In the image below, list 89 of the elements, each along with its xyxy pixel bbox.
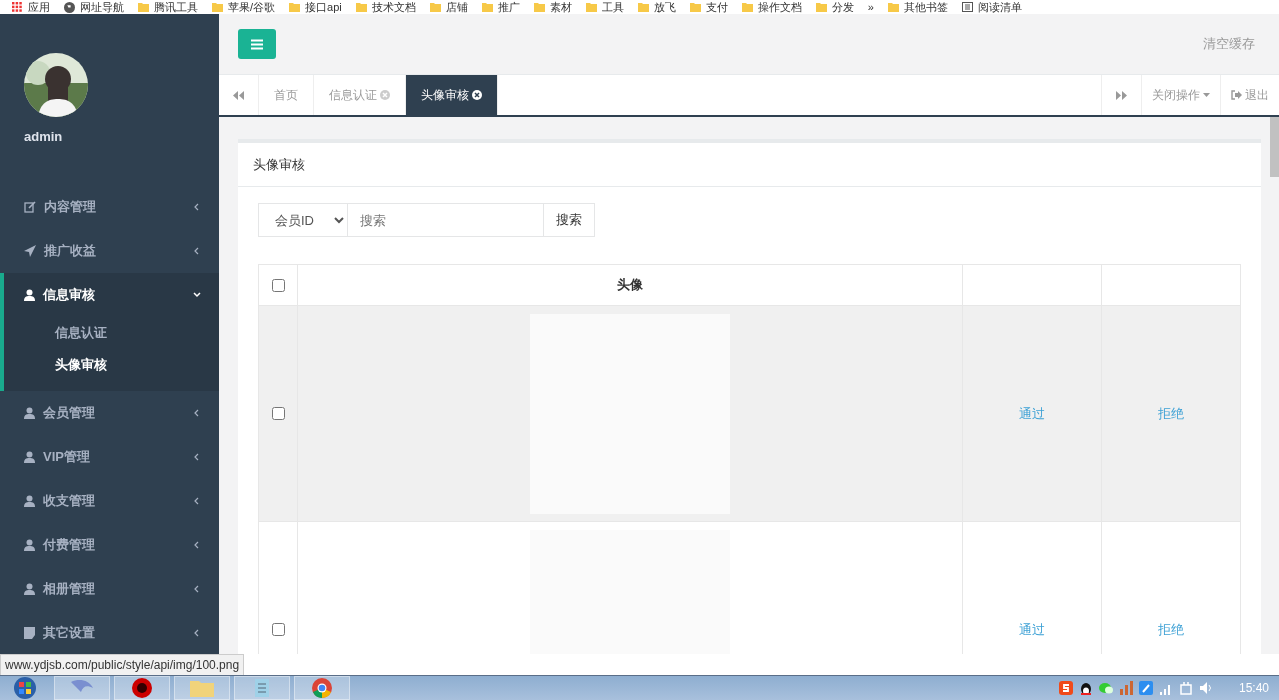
row-checkbox[interactable]: [272, 623, 285, 636]
select-all-checkbox[interactable]: [272, 278, 285, 292]
logout-icon: [1231, 90, 1242, 100]
penguin-icon[interactable]: [1078, 681, 1093, 695]
bookmark[interactable]: 苹果/谷歌: [228, 0, 276, 14]
nav-item[interactable]: 信息审核: [4, 273, 219, 317]
bookmark[interactable]: 素材: [549, 0, 572, 14]
bookmark[interactable]: 操作文档: [757, 0, 802, 14]
search-button[interactable]: 搜索: [544, 203, 595, 237]
user-name: admin: [24, 129, 63, 144]
user-icon: [24, 289, 35, 301]
bookmark[interactable]: 其他书签: [903, 0, 948, 14]
scrollbar-thumb[interactable]: [1270, 117, 1279, 177]
notepad-icon[interactable]: [234, 676, 290, 700]
nav-item[interactable]: 内容管理: [4, 185, 219, 229]
bookmark[interactable]: 腾讯工具: [154, 0, 198, 14]
bookmark[interactable]: 工具: [601, 0, 624, 14]
menu-button[interactable]: [238, 29, 276, 59]
folder-icon: [289, 2, 301, 12]
folder-icon: [815, 2, 827, 12]
chat-icon[interactable]: [1098, 681, 1113, 695]
folder-icon: [689, 2, 701, 12]
nav-item[interactable]: 付费管理: [4, 523, 219, 567]
chevron-icon: [193, 453, 201, 461]
folder-icon: [429, 2, 441, 12]
folder-icon: [355, 2, 367, 12]
chevron-icon: [193, 409, 201, 417]
clock: 15:40: [1238, 681, 1269, 695]
bars-icon[interactable]: [1118, 681, 1133, 695]
user-icon: [24, 495, 35, 507]
bookmark[interactable]: 放飞: [653, 0, 676, 14]
bookmark[interactable]: 店铺: [445, 0, 468, 14]
book-icon: [24, 627, 35, 639]
chevron-icon: [193, 497, 201, 505]
folder-icon: [585, 2, 597, 12]
nav-item[interactable]: 会员管理: [4, 391, 219, 435]
chevron-icon: [193, 629, 201, 637]
chevron-icon: [193, 247, 201, 255]
send-icon: [24, 245, 36, 257]
folder-icon: [887, 2, 899, 12]
nav-item[interactable]: VIP管理: [4, 435, 219, 479]
user-icon: [24, 451, 35, 463]
bookmark[interactable]: 支付: [705, 0, 728, 14]
input-method-icon[interactable]: [1058, 681, 1073, 695]
reading-list-icon: [961, 2, 973, 12]
search-field[interactable]: 搜索: [348, 203, 544, 237]
menu-icon: [251, 38, 263, 50]
double-right-arrow-icon: [1116, 90, 1127, 100]
bookmark[interactable]: 技术文档: [371, 0, 416, 14]
chevron-icon: [193, 203, 201, 211]
user-icon: [24, 539, 35, 551]
chevron-icon: [193, 585, 201, 593]
bookmark[interactable]: »: [867, 1, 874, 13]
apps-icon: [12, 1, 23, 13]
nav-item[interactable]: 推广收益: [4, 229, 219, 273]
chevron-icon: [193, 291, 201, 299]
caret-icon: [1203, 93, 1210, 97]
bookmark[interactable]: 接口api: [305, 0, 342, 14]
edit-icon: [24, 201, 36, 213]
close-icon[interactable]: [472, 90, 482, 100]
bookmark[interactable]: 阅读清单: [977, 0, 1022, 14]
browser-icon[interactable]: [294, 676, 350, 700]
status-url-tooltip: www.ydjsb.com/public/style/api/img/100.png: [0, 654, 245, 676]
filter-dropdown[interactable]: 会员ID: [258, 203, 348, 237]
chevron-icon: [193, 541, 201, 549]
column-header: 头像: [297, 264, 963, 306]
folder-icon: [533, 2, 545, 12]
nav-item[interactable]: 其它设置: [4, 611, 219, 655]
double-left-arrow-icon: [233, 90, 244, 100]
folder-icon: [481, 2, 493, 12]
tab[interactable]: 头像审核: [406, 75, 498, 115]
folder-icon: [212, 2, 223, 12]
nav-subitem[interactable]: 头像审核: [4, 349, 219, 381]
bookmark[interactable]: 应用: [28, 0, 50, 14]
bookmark[interactable]: 网址导航: [80, 0, 124, 14]
nav-subitem[interactable]: 信息认证: [4, 317, 219, 349]
row-checkbox[interactable]: [272, 407, 285, 420]
bookmark[interactable]: 分发: [831, 0, 854, 14]
folder-icon: [741, 2, 753, 12]
nav-item[interactable]: 相册管理: [4, 567, 219, 611]
volume-icon[interactable]: [1198, 681, 1213, 695]
folder-icon: [637, 2, 649, 12]
nav-item[interactable]: 收支管理: [4, 479, 219, 523]
user-icon: [24, 407, 35, 419]
folder-icon: [138, 2, 149, 12]
user-icon: [24, 583, 35, 595]
taskbar-app-icon[interactable]: [114, 676, 170, 700]
panel-title: 头像审核: [238, 143, 1261, 187]
bookmark[interactable]: 推广: [497, 0, 520, 14]
